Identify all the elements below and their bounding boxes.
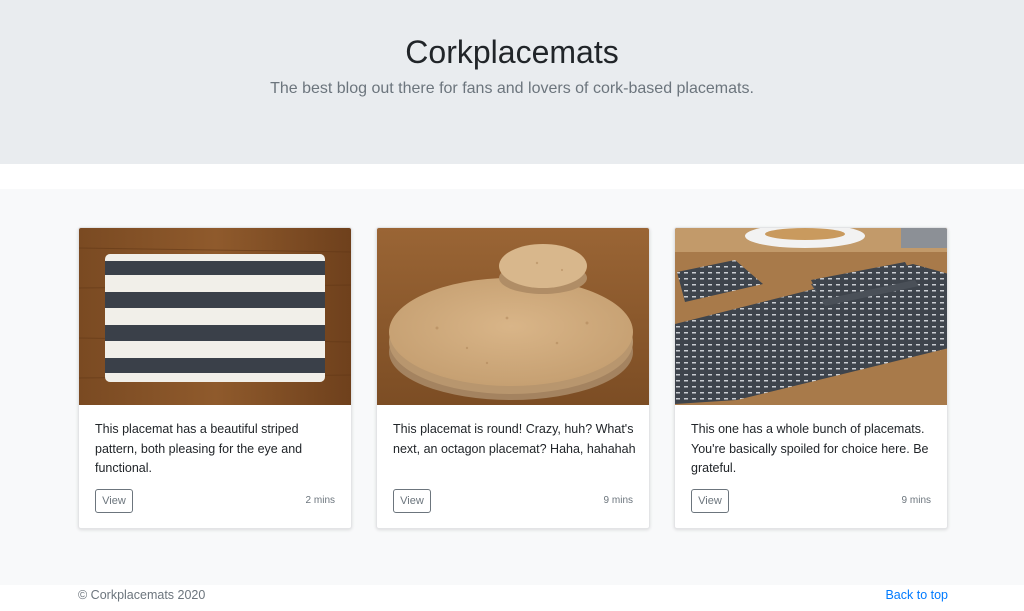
page-subtitle: The best blog out there for fans and lov… [270,80,754,97]
round-cork-placemat-image [377,228,649,405]
post-card: This placemat is round! Crazy, huh? What… [376,227,650,529]
card-text: This placemat has a beautiful striped pa… [95,422,303,475]
footer-copyright: © Corkplacemats 2020 [78,588,206,602]
view-button[interactable]: View [95,489,133,513]
post-card: This one has a whole bunch of placemats.… [674,227,948,529]
card-text: This one has a whole bunch of placemats.… [691,422,929,475]
back-to-top-link[interactable]: Back to top [885,588,948,602]
read-time: 9 mins [603,495,633,506]
view-button[interactable]: View [691,489,729,513]
page-title: Corkplacemats [405,34,619,70]
striped-placemat-image [79,228,351,405]
view-button[interactable]: View [393,489,431,513]
hero-header: Corkplacemats The best blog out there fo… [0,0,1024,164]
read-time: 2 mins [305,495,335,506]
read-time: 9 mins [901,495,931,506]
card-text: This placemat is round! Crazy, huh? What… [393,422,636,456]
album-section: This placemat has a beautiful striped pa… [0,189,1024,585]
patterned-placemats-set-image [675,228,947,405]
post-card: This placemat has a beautiful striped pa… [78,227,352,529]
